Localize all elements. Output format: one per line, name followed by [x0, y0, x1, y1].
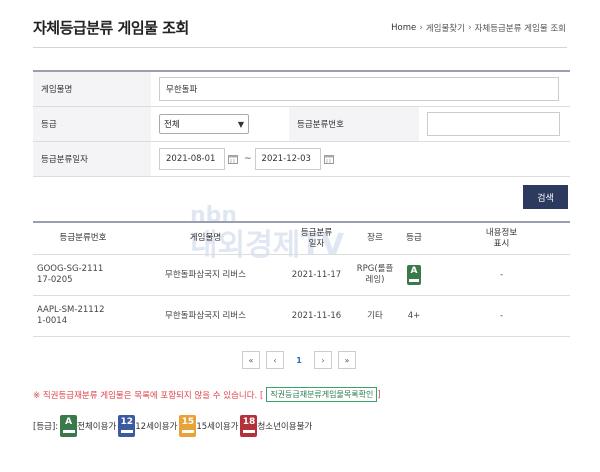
legend-item-18: 18 청소년이용불가	[240, 415, 312, 437]
legend-label-12: 12세이용가	[135, 422, 178, 432]
table-row[interactable]: GOOG-SG-2111 17-0205 무한돌파삼국지 리버스 2021-11…	[33, 255, 570, 296]
row-genre: RPG(롤플 레잉)	[356, 264, 394, 285]
chevron-down-icon: ▼	[237, 119, 245, 129]
game-name-input[interactable]: 무한돌파	[159, 77, 559, 101]
header-grade: 등급	[406, 233, 422, 244]
chevron-right-icon: ›	[467, 23, 472, 33]
class-no-label: 등급분류번호	[289, 107, 419, 141]
calendar-icon[interactable]	[228, 154, 238, 164]
breadcrumb-home[interactable]: Home	[391, 23, 416, 33]
last-page-button[interactable]: »	[338, 351, 356, 369]
all-ages-rating-icon: A	[60, 415, 78, 437]
breadcrumb-item-current: 자체등급분류 게임물 조회	[474, 24, 566, 34]
prev-page-button[interactable]: ‹	[266, 351, 284, 369]
legend-item-15: 15 15세이용가	[179, 415, 238, 437]
form-row-grade: 등급 전체 ▼ 등급분류번호	[33, 107, 570, 142]
legend-prefix: [등급]:	[33, 422, 59, 432]
date-from-input[interactable]: 2021-08-01	[159, 148, 225, 170]
breadcrumb-item-game-search[interactable]: 게임물찾기	[426, 22, 465, 34]
class-no-input[interactable]	[427, 112, 560, 136]
breadcrumb: Home › 게임물찾기 › 자체등급분류 게임물 조회	[391, 22, 566, 34]
calendar-icon[interactable]	[323, 154, 334, 164]
row-class-no: AAPL-SM-21112 1-0014	[37, 305, 105, 326]
date-label: 등급분류일자	[33, 142, 151, 176]
legend-label-18: 청소년이용불가	[257, 422, 313, 432]
pagination: « ‹ 1 › »	[242, 351, 356, 369]
row-game-name[interactable]: 무한돌파삼국지 리버스	[133, 255, 278, 295]
age-12-rating-icon: 12	[118, 415, 136, 437]
header-genre: 장르	[367, 233, 383, 244]
chevron-right-icon: ›	[419, 23, 423, 33]
form-row-game-name: 게임물명 무한돌파	[33, 72, 570, 107]
row-class-no: GOOG-SG-2111 17-0205	[37, 264, 104, 285]
results-table: 등급분류번호 게임물명 등급분류 일자 장르 등급 내용정보 표시 GOOG-S…	[33, 221, 570, 337]
next-page-button[interactable]: ›	[314, 351, 332, 369]
search-button[interactable]: 검색	[523, 185, 568, 209]
all-ages-rating-icon: A	[407, 265, 421, 285]
age-15-rating-icon: 15	[179, 415, 197, 437]
notice-close-bracket: ]	[377, 389, 381, 400]
legend-item-12: 12 12세이용가	[118, 415, 177, 437]
header-class-date: 등급분류 일자	[300, 227, 333, 249]
table-row[interactable]: AAPL-SM-21112 1-0014 무한돌파삼국지 리버스 2021-11…	[33, 296, 570, 337]
grade-select[interactable]: 전체 ▼	[159, 114, 249, 134]
row-date: 2021-11-17	[291, 269, 342, 280]
header-content-info: 내용정보 표시	[485, 227, 518, 249]
grade-legend: [등급]: A 전체이용가 12 12세이용가 15 15세이용가 18 청소년…	[33, 415, 312, 437]
page-title: 자체등급분류 게임물 조회	[33, 19, 189, 37]
date-to-input[interactable]: 2021-12-03	[254, 148, 321, 170]
row-grade: A	[395, 255, 433, 295]
header-game-name: 게임물명	[189, 233, 222, 244]
age-18-rating-icon: 18	[240, 415, 258, 437]
row-game-name[interactable]: 무한돌파삼국지 리버스	[133, 296, 278, 336]
header-class-no: 등급분류번호	[59, 233, 107, 244]
game-name-label: 게임물명	[33, 72, 151, 106]
legend-item-all: A 전체이용가	[60, 415, 116, 437]
notice: ※ 직권등급재분류 게임물은 목록에 포함되지 않을 수 있습니다. [ 직권등…	[33, 387, 381, 402]
reclassified-list-link[interactable]: 직권등급재분류게임물목록확인	[266, 387, 378, 402]
row-content-info: -	[499, 269, 504, 280]
legend-label-15: 15세이용가	[196, 422, 239, 432]
page-number-current[interactable]: 1	[290, 351, 308, 369]
grade-select-value: 전체	[164, 120, 180, 130]
table-header: 등급분류번호 게임물명 등급분류 일자 장르 등급 내용정보 표시	[33, 223, 570, 255]
row-genre: 기타	[367, 310, 383, 321]
search-form: 게임물명 무한돌파 등급 전체 ▼ 등급분류번호 등급분류일자 2021-08-…	[33, 70, 570, 177]
row-date: 2021-11-16	[291, 310, 342, 321]
row-grade: 4+	[407, 310, 421, 321]
row-content-info: -	[499, 310, 504, 321]
date-range-separator: ~	[244, 154, 252, 164]
notice-text: ※ 직권등급재분류 게임물은 목록에 포함되지 않을 수 있습니다. [	[33, 390, 264, 401]
grade-label: 등급	[33, 107, 151, 141]
legend-label-all: 전체이용가	[77, 422, 117, 432]
form-row-date: 등급분류일자 2021-08-01 ~ 2021-12-03	[33, 142, 570, 177]
first-page-button[interactable]: «	[242, 351, 260, 369]
title-divider	[33, 47, 567, 48]
